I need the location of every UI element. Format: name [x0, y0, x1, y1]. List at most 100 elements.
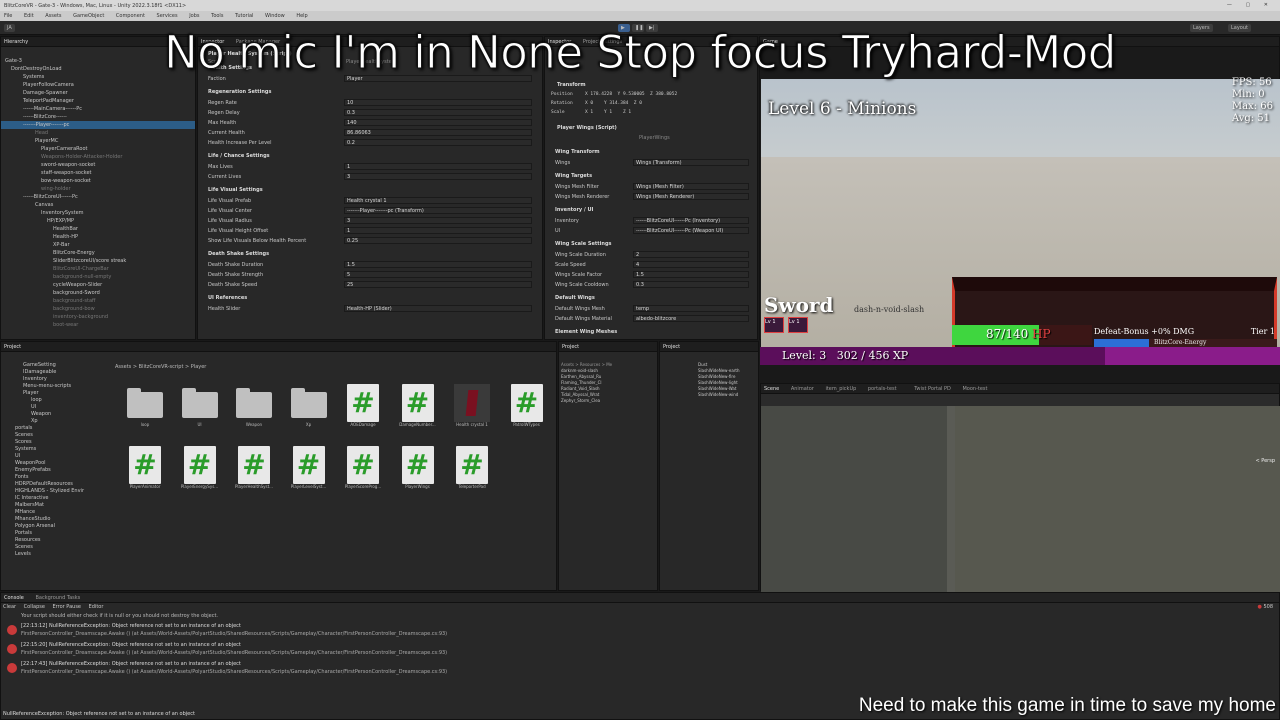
folder-item[interactable]: MHance	[1, 509, 109, 516]
hierarchy-item[interactable]: Canvas	[1, 201, 195, 209]
position-z[interactable]: 380.8052	[655, 92, 677, 97]
asset-item[interactable]: # DamageNumber...	[398, 384, 438, 427]
folder-item[interactable]: MhanceStudio	[1, 516, 109, 523]
folder-item[interactable]: Weapon	[1, 411, 109, 418]
property-field[interactable]: -------Player-------pc (Transform)	[344, 207, 532, 214]
tab-scene[interactable]: Scene	[764, 386, 779, 392]
error-count[interactable]: ● 508	[1257, 604, 1273, 610]
folder-item[interactable]: Menu-menu-scripts	[1, 383, 109, 390]
asset-item[interactable]: # PlayerLevelSyst...	[289, 446, 329, 489]
collapse-button[interactable]: Collapse	[24, 604, 45, 610]
folder-item[interactable]: IC Interactive	[1, 495, 109, 502]
hierarchy-item[interactable]: ------BlitzCore------	[1, 113, 195, 121]
rotation-y[interactable]: 314.384	[609, 101, 628, 106]
hierarchy-item[interactable]: background-bow	[1, 305, 195, 313]
tab-twist-portal[interactable]: Twist Portal PD	[914, 386, 951, 392]
folder-item[interactable]: GameSetting	[1, 362, 109, 369]
asset-item[interactable]: UI	[180, 384, 220, 427]
folder-item[interactable]: Resources	[1, 537, 109, 544]
hierarchy-item[interactable]: background-null-empty	[1, 273, 195, 281]
scale-x[interactable]: 1	[590, 110, 593, 115]
menu-component[interactable]: Component	[116, 13, 145, 19]
asset-item[interactable]: # PlayerWings	[398, 446, 438, 489]
folder-item[interactable]: EnemyPrefabs	[1, 467, 109, 474]
asset-item[interactable]: loop	[125, 384, 165, 427]
property-field[interactable]: 1.5	[633, 271, 749, 278]
hierarchy-item[interactable]: -------Player-------pc	[1, 121, 195, 129]
menu-gameobject[interactable]: GameObject	[73, 13, 104, 19]
property-field[interactable]: Wings (Mesh Renderer)	[633, 193, 749, 200]
hierarchy-item[interactable]: BlitzCoreUI-ChargeBar	[1, 265, 195, 273]
hierarchy-item[interactable]: BlitzCore-Energy	[1, 249, 195, 257]
wings-component-header[interactable]: Player Wings (Script)	[557, 125, 617, 131]
console-entry[interactable]: [22:13:12] NullReferenceException: Objec…	[1, 621, 1279, 639]
tab-moon-test[interactable]: Moon-test	[962, 386, 987, 392]
hierarchy-item[interactable]: Health-HP	[1, 233, 195, 241]
scene-view[interactable]: Scene Animator item_pickUp portals-test …	[760, 383, 1280, 592]
menu-edit[interactable]: Edit	[24, 13, 34, 19]
hierarchy-item[interactable]: ------BlitzCoreUI------Pc	[1, 193, 195, 201]
tab-background-tasks[interactable]: Background Tasks	[35, 595, 80, 601]
scale-z[interactable]: 1	[628, 110, 631, 115]
asset-item[interactable]: # PlayerAnimator	[125, 446, 165, 489]
folder-item[interactable]: portals	[1, 425, 109, 432]
property-field[interactable]: Wings (Transform)	[633, 159, 749, 166]
folder-item[interactable]: Xp	[1, 418, 109, 425]
property-field[interactable]: 140	[344, 119, 532, 126]
property-field[interactable]: 86.86063	[344, 129, 532, 136]
asset-item[interactable]: Health crystal 1	[452, 384, 492, 427]
asset-item[interactable]: # TeleporterPad	[452, 446, 492, 489]
menu-services[interactable]: Services	[157, 13, 178, 19]
property-field[interactable]: 3	[344, 217, 532, 224]
console-entry[interactable]: [22:15:20] NullReferenceException: Objec…	[1, 640, 1279, 658]
property-field[interactable]: temp	[633, 305, 749, 312]
property-field[interactable]: 0.3	[633, 281, 749, 288]
hierarchy-item[interactable]: TeleportPadManager	[1, 97, 195, 105]
menu-window[interactable]: Window	[265, 13, 285, 19]
folder-item[interactable]: UI	[1, 453, 109, 460]
hierarchy-item[interactable]: background-Sword	[1, 289, 195, 297]
hierarchy-item[interactable]: bow-weapon-socket	[1, 177, 195, 185]
property-field[interactable]: ------BlitzCoreUI------Pc (Inventory)	[633, 217, 749, 224]
property-field[interactable]: 1.5	[344, 261, 532, 268]
tab-project[interactable]: Project	[4, 344, 21, 350]
property-field[interactable]: 1	[344, 163, 532, 170]
folder-item[interactable]: Levels	[1, 551, 109, 558]
breadcrumb[interactable]: Assets > BlitzCoreVR-script > Player	[115, 364, 206, 370]
hierarchy-item[interactable]: XP-Bar	[1, 241, 195, 249]
hierarchy-item[interactable]: SliderBlitzcoreUI/score streak	[1, 257, 195, 265]
tab-item-pickup[interactable]: item_pickUp	[825, 386, 856, 392]
hierarchy-item[interactable]: Weapons-Holder-Attacker-Holder	[1, 153, 195, 161]
folder-item[interactable]: Systems	[1, 446, 109, 453]
transform-header[interactable]: Transform	[557, 82, 586, 88]
console-entry[interactable]: [22:17:43] NullReferenceException: Objec…	[1, 659, 1279, 677]
property-field[interactable]: 5	[344, 271, 532, 278]
folder-item[interactable]: Scenes	[1, 544, 109, 551]
property-field[interactable]: 10	[344, 99, 532, 106]
clear-button[interactable]: Clear	[3, 604, 16, 610]
persp-label[interactable]: < Persp	[1255, 458, 1275, 464]
menu-help[interactable]: Help	[296, 13, 307, 19]
menu-tools[interactable]: Tools	[211, 13, 223, 19]
asset-item[interactable]: Weapon	[234, 384, 274, 427]
folder-item[interactable]: IDamageable	[1, 369, 109, 376]
folder-item[interactable]: Polygon Arsenal	[1, 523, 109, 530]
rotation-x[interactable]: 0	[590, 101, 593, 106]
hierarchy-item[interactable]: wing-holder	[1, 185, 195, 193]
property-field[interactable]: 2	[633, 251, 749, 258]
property-field[interactable]: Health-HP (Slider)	[344, 305, 532, 312]
property-field[interactable]: 0.25	[344, 237, 532, 244]
hierarchy-item[interactable]: inventory-background	[1, 313, 195, 321]
property-field[interactable]: 1	[344, 227, 532, 234]
hierarchy-item[interactable]: PlayerFollowCamera	[1, 81, 195, 89]
hierarchy-item[interactable]: HP/EXP/MP	[1, 217, 195, 225]
property-field[interactable]: 3	[344, 173, 532, 180]
folder-item[interactable]: Scenes	[1, 432, 109, 439]
property-field[interactable]: 0.3	[344, 109, 532, 116]
menu-file[interactable]: File	[4, 13, 12, 19]
property-field[interactable]: Wings (Mesh Filter)	[633, 183, 749, 190]
property-field[interactable]: ------BlitzCoreUI------Pc (Weapon UI)	[633, 227, 749, 234]
hierarchy-item[interactable]: sword-weapon-socket	[1, 161, 195, 169]
property-field[interactable]: 0.2	[344, 139, 532, 146]
hierarchy-item[interactable]: Damage-Spawner	[1, 89, 195, 97]
